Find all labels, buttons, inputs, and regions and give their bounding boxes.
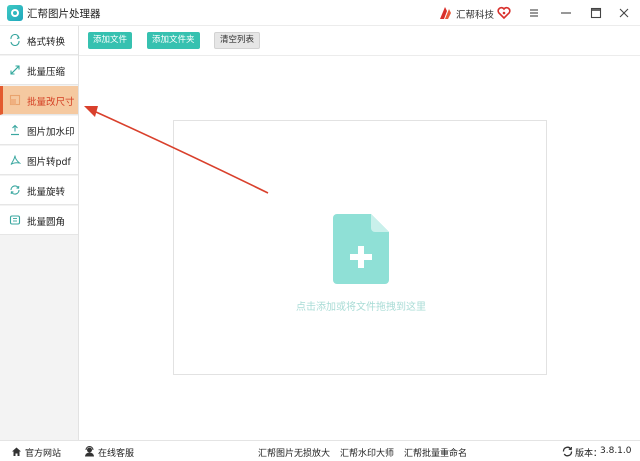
version-label: 版本：	[575, 449, 603, 459]
file-add-icon[interactable]	[333, 214, 389, 284]
add-file-button[interactable]: 添加文件	[88, 32, 133, 49]
file-drop-zone[interactable]: 点击添加或将文件拖拽到这里	[173, 120, 547, 375]
compress-icon	[10, 65, 20, 75]
rotate-icon	[10, 185, 20, 195]
sidebar-item-label: 批量圆角	[27, 217, 66, 228]
footer-link-watermark[interactable]: 汇帮水印大师	[340, 446, 394, 459]
main-content: 点击添加或将文件拖拽到这里	[79, 56, 640, 440]
sidebar-item-label: 图片转pdf	[27, 157, 71, 168]
heart-icon[interactable]	[497, 6, 511, 20]
app-logo-icon	[7, 5, 23, 21]
sidebar-item-label: 格式转换	[27, 37, 66, 48]
sidebar-item-batch-round-corner[interactable]: 批量圆角	[0, 206, 78, 235]
refresh-icon[interactable]	[562, 446, 573, 457]
add-folder-button[interactable]: 添加文件夹	[147, 32, 200, 49]
customer-service-icon	[85, 446, 94, 457]
minimize-icon[interactable]	[555, 3, 577, 23]
version-number: 3.8.1.0	[600, 446, 632, 456]
sidebar-item-format-convert[interactable]: 格式转换	[0, 26, 78, 55]
sidebar-item-label: 批量旋转	[27, 187, 66, 198]
status-bar: 官方网站 在线客服 汇帮图片无损放大 汇帮水印大师 汇帮批量重命名 版本： 3.…	[0, 440, 640, 461]
pdf-icon	[10, 155, 21, 165]
maximize-icon[interactable]	[585, 3, 607, 23]
format-convert-icon	[10, 34, 20, 46]
app-title: 汇帮图片处理器	[27, 8, 101, 20]
drop-hint-text: 点击添加或将文件拖拽到这里	[296, 302, 426, 313]
resize-icon	[9, 94, 21, 106]
toolbar: 添加文件 添加文件夹 清空列表	[79, 26, 640, 56]
footer-link-rename[interactable]: 汇帮批量重命名	[404, 446, 467, 459]
sidebar-item-image-to-pdf[interactable]: 图片转pdf	[0, 146, 78, 175]
sidebar-item-batch-rotate[interactable]: 批量旋转	[0, 176, 78, 205]
sidebar-item-batch-compress[interactable]: 批量压缩	[0, 56, 78, 85]
official-website-link[interactable]: 官方网站	[25, 446, 61, 459]
huibang-logo-icon	[440, 7, 451, 19]
sidebar-item-label: 批量改尺寸	[27, 97, 75, 108]
online-support-link[interactable]: 在线客服	[98, 446, 134, 459]
sidebar: 格式转换 批量压缩 批量改尺寸 图片加水印 图片转pdf 批量旋转 批量圆角	[0, 26, 79, 440]
menu-icon[interactable]	[523, 3, 545, 23]
footer-link-upscale[interactable]: 汇帮图片无损放大	[258, 446, 330, 459]
sidebar-item-batch-resize[interactable]: 批量改尺寸	[0, 86, 78, 115]
title-bar: 汇帮图片处理器 汇帮科技	[0, 0, 640, 26]
sidebar-item-label: 批量压缩	[27, 67, 66, 78]
clear-list-button[interactable]: 清空列表	[214, 32, 261, 49]
round-corner-icon	[9, 215, 21, 225]
watermark-icon	[11, 124, 19, 136]
brand-name: 汇帮科技	[456, 10, 495, 21]
sidebar-item-label: 图片加水印	[27, 127, 75, 138]
close-icon[interactable]	[613, 3, 635, 23]
sidebar-item-watermark[interactable]: 图片加水印	[0, 116, 78, 145]
home-icon	[12, 447, 21, 456]
